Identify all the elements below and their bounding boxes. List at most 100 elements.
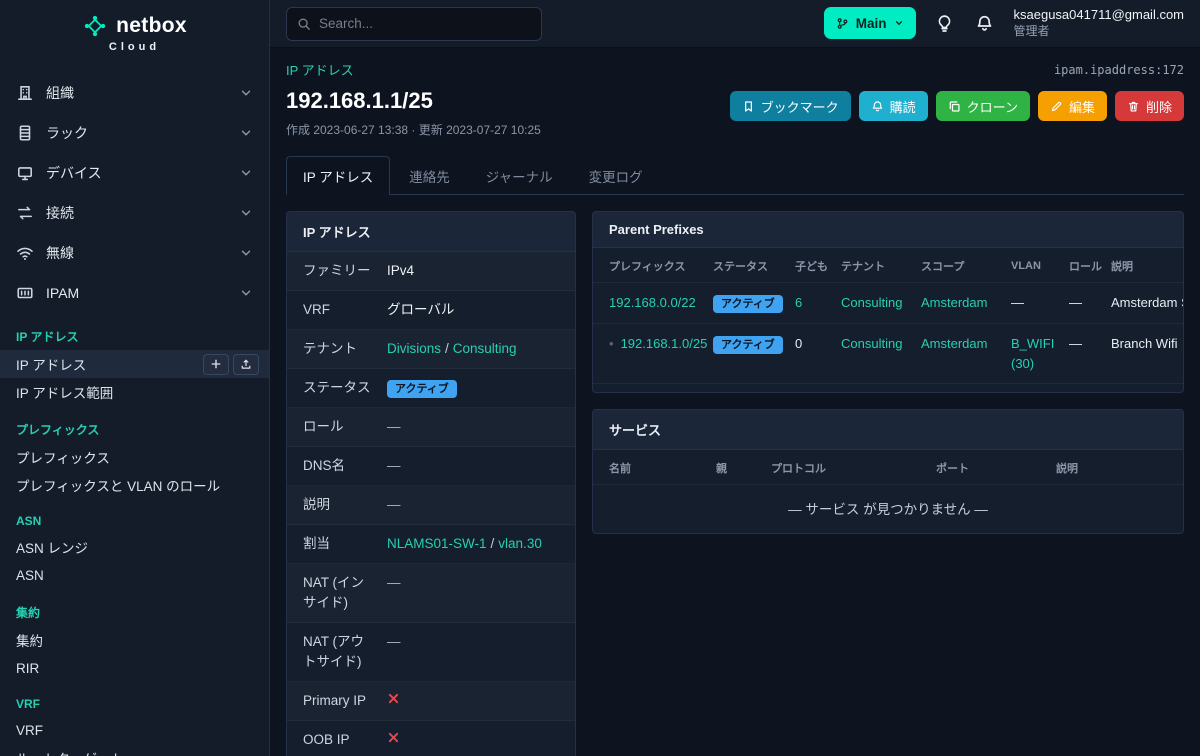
branch-selector-label: Main [855,15,887,31]
detail-row-role: ロール — [287,408,575,447]
edit-button[interactable]: 編集 [1037,91,1107,121]
tab-changelog[interactable]: 変更ログ [572,156,660,195]
detail-row-nat-inside: NAT (インサイド) — [287,564,575,623]
detail-row-vrf: VRF グローバル [287,291,575,330]
user-email: ksaegusa041711@gmail.com [1013,7,1185,23]
clone-button[interactable]: クローン [935,91,1030,121]
branch-icon [837,18,848,29]
global-search[interactable] [286,6,542,41]
children-count-link[interactable]: 6 [795,295,802,310]
sidebar-item-asn-ranges[interactable]: ASN レンジ [0,533,269,561]
sidebar-nav: 組織 ラック デバイス 接続 無線 IPAM IP アドレス IP アドレス I… [0,61,269,756]
detail-row-status: ステータス アクティブ [287,369,575,408]
depth-indicator [609,336,621,351]
sidebar-item-prefix-vlan-roles[interactable]: プレフィックスと VLAN のロール [0,471,269,499]
chevron-down-icon [239,86,253,100]
interface-link[interactable]: vlan.30 [498,536,542,551]
sidebar-item-prefixes[interactable]: プレフィックス [0,443,269,471]
detail-row-oob-ip: OOB IP [287,721,575,756]
tenant-link[interactable]: Consulting [841,295,902,310]
wifi-icon [16,244,34,262]
object-reference: ipam.ipaddress:172 [1053,62,1184,77]
search-input[interactable] [319,16,531,31]
sidebar: netbox Cloud 組織 ラック デバイス 接続 無線 IPAM IP ア… [0,0,270,756]
sidebar-item-route-targets[interactable]: ルートターゲット [0,744,269,756]
section-header-vrf: VRF [16,697,40,711]
prefix-description: Branch Wifi [1103,323,1183,385]
sidebar-item-ipam[interactable]: IPAM [0,273,269,313]
parent-prefixes-card: Parent Prefixes プレフィックス ステータス 子ども テナント ス… [592,211,1184,394]
main-area: Main ksaegusa041711@gmail.com 管理者 IP アドレ… [270,0,1200,756]
table-header-row: プレフィックス ステータス 子ども テナント スコープ VLAN ロール 説明 [609,260,1133,273]
notifications-button[interactable] [974,12,996,34]
detail-row-dns-name: DNS名 — [287,447,575,486]
add-ip-address-button[interactable] [203,353,229,375]
created-updated-meta: 作成 2023-06-27 13:38 · 更新 2023-07-27 10:2… [286,123,541,137]
card-title: サービス [593,410,1183,451]
page-title: 192.168.1.1/25 [286,88,433,113]
sidebar-item-ip-addresses[interactable]: IP アドレス [0,350,269,378]
nav-group-label: 組織 [46,85,74,101]
sidebar-item-connections[interactable]: 接続 [0,193,269,233]
tab-journal[interactable]: ジャーナル [469,156,570,195]
breadcrumb[interactable]: IP アドレス [286,60,354,79]
section-header-aggregates: 集約 [16,606,41,620]
sidebar-item-label: プレフィックス [16,451,110,466]
vlan-link[interactable]: B_WIFI (30) [1011,336,1054,371]
delete-button[interactable]: 削除 [1114,91,1184,121]
chevron-down-icon [895,21,902,26]
tenant-group-link[interactable]: Divisions [387,341,441,356]
tenant-link[interactable]: Consulting [841,336,902,351]
sidebar-item-label: ASN [16,567,44,583]
sidebar-item-racks[interactable]: ラック [0,113,269,153]
scope-link[interactable]: Amsterdam [921,336,987,351]
nav-group-label: デバイス [46,165,102,181]
chevron-down-icon [239,166,253,180]
tab-ip-address[interactable]: IP アドレス [286,156,391,195]
sidebar-item-wireless[interactable]: 無線 [0,233,269,273]
sidebar-item-asns[interactable]: ASN [0,561,269,589]
detail-table: ファミリー IPv4 VRF グローバル テナント Divisions / Cons… [287,252,575,756]
sidebar-item-organization[interactable]: 組織 [0,73,269,113]
parent-prefixes-table: プレフィックス ステータス 子ども テナント スコープ VLAN ロール 説明 [593,248,1183,385]
sidebar-item-label: IP アドレス [16,358,87,373]
sidebar-item-label: VRF [16,722,43,738]
user-menu[interactable]: ksaegusa041711@gmail.com 管理者 [1014,7,1185,39]
import-ip-address-button[interactable] [233,353,259,375]
device-link[interactable]: NLAMS01-SW-1 [387,536,487,551]
tab-contacts[interactable]: 連絡先 [392,156,467,195]
sidebar-item-aggregates[interactable]: 集約 [0,626,269,654]
sidebar-item-rirs[interactable]: RIR [0,654,269,682]
bookmark-button[interactable]: ブックマーク [729,91,851,121]
scope-link[interactable]: Amsterdam [921,295,987,310]
sidebar-item-devices[interactable]: デバイス [0,153,269,193]
trash-icon [1128,101,1139,112]
branch-selector-button[interactable]: Main [823,7,916,40]
empty-message: — サービス が見つかりません — [593,484,1183,534]
sidebar-item-label: 集約 [16,634,43,649]
netbox-brand[interactable]: netbox Cloud [0,0,269,61]
services-card: サービス 名前 親 プロトコル ポート 説明 — サービス が見つかりません — [592,409,1184,535]
sidebar-item-ip-ranges[interactable]: IP アドレス範囲 [0,378,269,406]
prefix-link[interactable]: 192.168.1.0/25 [621,336,708,351]
sidebar-item-label: ルートターゲット [16,748,124,756]
chevron-down-icon [239,286,253,300]
lightbulb-icon [938,15,951,32]
plus-icon [211,359,221,369]
brand-subtitle: Cloud [108,41,161,53]
sidebar-item-vrfs[interactable]: VRF [0,716,269,744]
empty-row: — サービス が見つかりません — [593,484,1183,534]
card-title: Parent Prefixes [593,212,1183,248]
table-header-row: 名前 親 プロトコル ポート 説明 [609,463,1078,476]
prefix-row: 192.168.1.0/25 アクティブ 0 Consulting Amster… [593,323,1183,385]
search-icon [298,18,310,30]
sidebar-item-label: プレフィックスと VLAN のロール [16,479,221,494]
subscribe-button[interactable]: 購読 [858,91,928,121]
section-header-ip-addresses: IP アドレス [16,330,79,344]
tenant-link[interactable]: Consulting [453,341,517,356]
prefix-row: 192.168.0.0/22 アクティブ 6 Consulting Amster… [593,281,1183,324]
prefix-link[interactable]: 192.168.0.0/22 [609,295,696,310]
rack-icon [16,124,34,142]
page-content: IP アドレス ipam.ipaddress:172 192.168.1.1/2… [270,48,1200,756]
theme-toggle-button[interactable] [934,12,956,34]
